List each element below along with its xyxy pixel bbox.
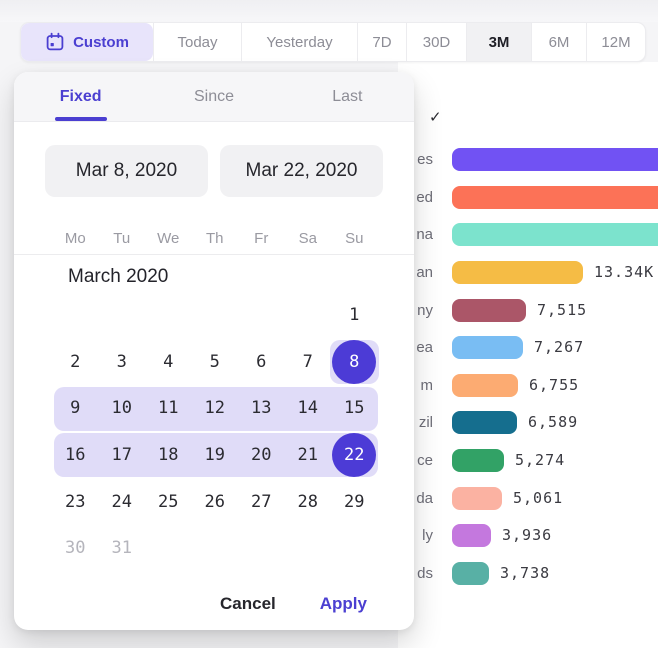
country-value: 13.34K [594, 261, 654, 284]
day-cell-24[interactable]: 24 [99, 478, 146, 525]
weekday-th: Th [192, 230, 239, 247]
country-value: 5,061 [513, 487, 563, 510]
day-cell-25[interactable]: 25 [145, 478, 192, 525]
calendar-icon [45, 32, 65, 52]
day-cell-15[interactable]: 15 [331, 385, 378, 432]
day-cell-4[interactable]: 4 [145, 339, 192, 386]
country-value: 3,936 [502, 524, 552, 547]
day-cell-16[interactable]: 16 [52, 432, 99, 479]
country-bar[interactable] [452, 524, 491, 547]
top-gradient-strip [0, 0, 658, 22]
country-value: 6,755 [529, 374, 579, 397]
apply-button[interactable]: Apply [320, 594, 367, 614]
range-option-label: 12M [601, 34, 630, 51]
day-cell-8[interactable]: 8 [331, 339, 378, 386]
country-bar[interactable] [452, 223, 658, 246]
day-cell-18[interactable]: 18 [145, 432, 192, 479]
day-cell-21[interactable]: 21 [285, 432, 332, 479]
weekday-su: Su [331, 230, 378, 247]
day-cell-10[interactable]: 10 [99, 385, 146, 432]
tab-last[interactable]: Last [281, 72, 414, 121]
country-bar[interactable] [452, 374, 518, 397]
day-cell-23[interactable]: 23 [52, 478, 99, 525]
range-option-12m[interactable]: 12M [586, 23, 645, 61]
weekday-tu: Tu [99, 230, 146, 247]
range-option-label: 7D [372, 34, 391, 51]
day-cell-9[interactable]: 9 [52, 385, 99, 432]
range-option-label: Today [177, 34, 217, 51]
country-value: 7,515 [537, 299, 587, 322]
range-option-3m[interactable]: 3M [466, 23, 531, 61]
range-option-7d[interactable]: 7D [357, 23, 406, 61]
country-bar[interactable] [452, 299, 526, 322]
range-option-label: 30D [423, 34, 451, 51]
country-bar[interactable] [452, 487, 502, 510]
from-date-input[interactable] [45, 145, 208, 197]
tab-since[interactable]: Since [147, 72, 280, 121]
day-cell-5[interactable]: 5 [192, 339, 239, 386]
weekday-header: MoTuWeThFrSaSu [52, 222, 378, 254]
day-cell-29[interactable]: 29 [331, 478, 378, 525]
range-option-yesterday[interactable]: Yesterday [241, 23, 357, 61]
country-value: 3,738 [500, 562, 550, 585]
range-option-label: Custom [73, 34, 129, 51]
checkmark-icon: ✓ [429, 108, 442, 126]
weekday-mo: Mo [52, 230, 99, 247]
range-option-today[interactable]: Today [153, 23, 241, 61]
country-bar[interactable] [452, 148, 658, 171]
range-option-30d[interactable]: 30D [406, 23, 466, 61]
country-value: 7,267 [534, 336, 584, 359]
day-cell-3[interactable]: 3 [99, 339, 146, 386]
day-cell-7[interactable]: 7 [285, 339, 332, 386]
popover-footer: Cancel Apply [220, 594, 367, 614]
country-bar[interactable] [452, 411, 517, 434]
date-mode-tabs: FixedSinceLast [14, 72, 414, 122]
day-cell-27[interactable]: 27 [238, 478, 285, 525]
day-cell-13[interactable]: 13 [238, 385, 285, 432]
country-bar[interactable] [452, 449, 504, 472]
calendar-grid: 1234567891011121314151617181920212223242… [52, 292, 378, 572]
range-option-label: 6M [549, 34, 570, 51]
weekday-fr: Fr [238, 230, 285, 247]
tab-fixed[interactable]: Fixed [14, 72, 147, 121]
date-range-popover: FixedSinceLast MoTuWeThFrSaSu March 2020… [14, 72, 414, 630]
weekday-we: We [145, 230, 192, 247]
day-cell-11[interactable]: 11 [145, 385, 192, 432]
range-option-label: 3M [489, 34, 510, 51]
day-cell-14[interactable]: 14 [285, 385, 332, 432]
to-date-input[interactable] [220, 145, 383, 197]
day-cell-1[interactable]: 1 [331, 292, 378, 339]
day-cell-22[interactable]: 22 [331, 432, 378, 479]
divider [14, 254, 414, 255]
day-cell-26[interactable]: 26 [192, 478, 239, 525]
day-cell-6[interactable]: 6 [238, 339, 285, 386]
day-cell-20[interactable]: 20 [238, 432, 285, 479]
day-cell-28[interactable]: 28 [285, 478, 332, 525]
day-cell-19[interactable]: 19 [192, 432, 239, 479]
day-cell-31[interactable]: 31 [99, 525, 146, 572]
month-label: March 2020 [68, 266, 168, 288]
day-cell-17[interactable]: 17 [99, 432, 146, 479]
cancel-button[interactable]: Cancel [220, 594, 276, 614]
country-value: 6,589 [528, 411, 578, 434]
range-option-custom[interactable]: Custom [21, 23, 153, 61]
day-cell-30[interactable]: 30 [52, 525, 99, 572]
country-value: 5,274 [515, 449, 565, 472]
country-bar[interactable] [452, 186, 658, 209]
range-option-label: Yesterday [266, 34, 332, 51]
time-range-picker: Custom Today Yesterday 7D 30D 3M 6M 12M [20, 22, 646, 62]
weekday-sa: Sa [285, 230, 332, 247]
range-option-6m[interactable]: 6M [531, 23, 586, 61]
day-cell-2[interactable]: 2 [52, 339, 99, 386]
country-bar[interactable] [452, 336, 523, 359]
country-bar[interactable] [452, 562, 489, 585]
country-bar[interactable] [452, 261, 583, 284]
day-cell-12[interactable]: 12 [192, 385, 239, 432]
